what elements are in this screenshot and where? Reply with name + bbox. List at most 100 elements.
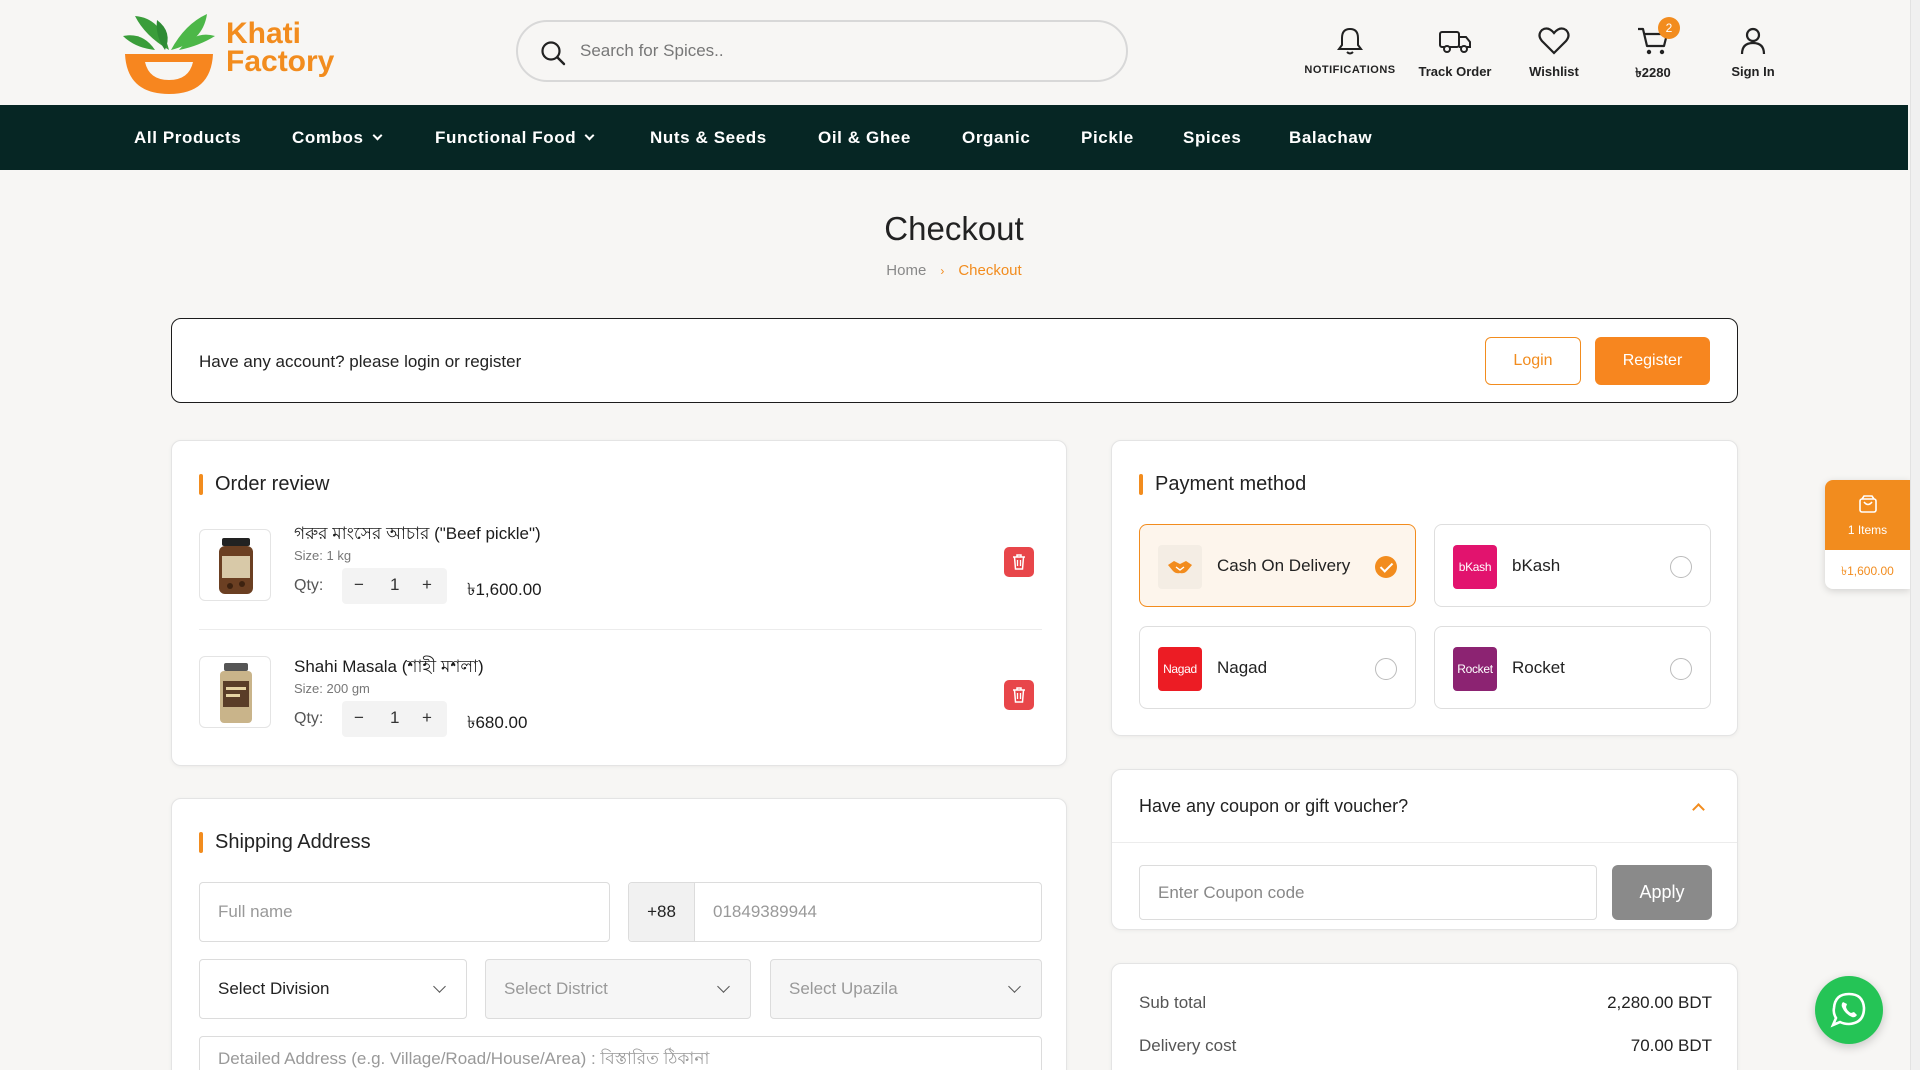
search-icon[interactable] <box>540 40 566 66</box>
division-select[interactable]: Select Division <box>199 959 467 1019</box>
track-order-label: Track Order <box>1418 64 1492 79</box>
payment-option-name: Nagad <box>1217 658 1268 677</box>
payment-method-card: Payment method Cash On Delivery bKash bK… <box>1111 440 1738 736</box>
cart-count-badge: 2 <box>1658 17 1680 39</box>
khati-factory-logo[interactable]: Khati Factory <box>115 6 345 98</box>
order-review-card: Order review গরুর মাংসের আচার ("Beef pic… <box>171 440 1067 766</box>
sign-in-label: Sign In <box>1731 64 1775 79</box>
increment-button[interactable]: + <box>422 708 432 728</box>
bkash-logo: bKash <box>1453 545 1497 589</box>
phone-field[interactable]: +88 01849389944 <box>628 882 1042 942</box>
coupon-code-input[interactable] <box>1139 865 1597 920</box>
login-button[interactable]: Login <box>1485 337 1581 385</box>
nav-item-organic[interactable]: Organic <box>962 105 1030 170</box>
delete-item-button[interactable] <box>1004 680 1034 710</box>
delivery-cost-row: Delivery cost 70.00 BDT <box>1139 1036 1712 1056</box>
notifications-label: NOTIFICATIONS <box>1304 64 1396 76</box>
wishlist-button[interactable]: Wishlist <box>1499 22 1609 79</box>
search-input[interactable] <box>580 36 1100 66</box>
payment-method-title: Payment method <box>1139 473 1306 496</box>
product-size: Size: 1 kg <box>294 548 352 563</box>
payment-option-nagad[interactable]: Nagad Nagad <box>1139 626 1416 709</box>
logo-line-1: Khati <box>226 17 301 50</box>
radio-selected-icon[interactable] <box>1375 556 1397 578</box>
detailed-address-field[interactable]: Detailed Address (e.g. Village/Road/Hous… <box>199 1036 1042 1070</box>
product-thumbnail[interactable] <box>199 529 271 601</box>
chevron-up-icon[interactable] <box>1692 803 1705 816</box>
subtotal-row: Sub total 2,280.00 BDT <box>1139 993 1712 1013</box>
rocket-logo: Rocket <box>1453 647 1497 691</box>
nav-item-functional-food[interactable]: Functional Food <box>435 105 595 170</box>
breadcrumb: Home › Checkout <box>0 262 1908 279</box>
district-select[interactable]: Select District <box>485 959 751 1019</box>
nav-item-all-products[interactable]: All Products <box>134 105 241 170</box>
cart-button[interactable]: 2 ৳2280 <box>1598 17 1708 85</box>
page-scrollbar[interactable] <box>1910 0 1920 1070</box>
radio-icon[interactable] <box>1670 556 1692 578</box>
division-select-label: Select Division <box>218 979 330 998</box>
product-name[interactable]: Shahi Masala (শাহী মশলা) <box>294 654 484 682</box>
notifications-button[interactable]: NOTIFICATIONS <box>1295 22 1405 76</box>
nagad-logo: Nagad <box>1158 647 1202 691</box>
qty-label: Qty: <box>294 577 324 594</box>
floating-cart-widget[interactable]: 1 Items ৳1,600.00 <box>1825 480 1910 589</box>
quantity-value[interactable]: 1 <box>390 575 399 595</box>
pickle-jar-image <box>219 538 253 594</box>
nav-label: Spices <box>1183 128 1242 147</box>
increment-button[interactable]: + <box>422 575 432 595</box>
whatsapp-chat-button[interactable] <box>1815 976 1883 1044</box>
sign-in-button[interactable]: Sign In <box>1698 22 1808 79</box>
nav-label: All Products <box>134 128 242 147</box>
payment-option-bkash[interactable]: bKash bKash <box>1434 524 1711 607</box>
quantity-value[interactable]: 1 <box>390 708 399 728</box>
truck-icon <box>1439 31 1471 53</box>
quantity-stepper: − 1 + <box>342 701 447 737</box>
phone-country-code: +88 <box>629 883 695 941</box>
nav-item-spices[interactable]: Spices <box>1183 105 1241 170</box>
shopping-bag-icon <box>1858 495 1877 513</box>
delete-item-button[interactable] <box>1004 547 1034 577</box>
shipping-address-title: Shipping Address <box>199 831 371 854</box>
decrement-button[interactable]: − <box>354 575 364 595</box>
nav-label: Functional Food <box>435 128 577 147</box>
radio-icon[interactable] <box>1670 658 1692 680</box>
order-item: Shahi Masala (শাহী মশলা) Size: 200 gm Qt… <box>199 629 1042 749</box>
payment-option-rocket[interactable]: Rocket Rocket <box>1434 626 1711 709</box>
floating-cart-items: 1 Items <box>1847 523 1888 537</box>
upazila-select-label: Select Upazila <box>789 979 898 998</box>
payment-option-cash-on-delivery[interactable]: Cash On Delivery <box>1139 524 1416 607</box>
nav-item-balachaw[interactable]: Balachaw <box>1289 105 1372 170</box>
nav-label: Nuts & Seeds <box>650 128 767 147</box>
coupon-card: Have any coupon or gift voucher? Apply <box>1111 769 1738 930</box>
chevron-down-icon <box>372 130 383 141</box>
item-price: ৳1,600.00 <box>467 580 542 599</box>
logo-bowl-icon <box>123 14 215 94</box>
nav-item-combos[interactable]: Combos <box>292 105 383 170</box>
breadcrumb-home[interactable]: Home <box>886 262 926 279</box>
item-price: ৳680.00 <box>467 713 528 732</box>
register-button[interactable]: Register <box>1595 337 1710 385</box>
bell-icon <box>1337 27 1363 55</box>
radio-icon[interactable] <box>1375 658 1397 680</box>
nav-item-nuts-seeds[interactable]: Nuts & Seeds <box>650 105 767 170</box>
product-thumbnail[interactable] <box>199 656 271 728</box>
nav-item-pickle[interactable]: Pickle <box>1081 105 1134 170</box>
trash-icon <box>1013 554 1025 570</box>
nav-label: Oil & Ghee <box>818 128 911 147</box>
apply-coupon-button[interactable]: Apply <box>1612 865 1712 920</box>
payment-option-name: bKash <box>1512 556 1561 575</box>
main-nav: All Products Combos Functional Food Nuts… <box>0 105 1908 170</box>
full-name-field[interactable]: Full name <box>199 882 610 942</box>
shipping-address-card: Shipping Address Full name +88 018493899… <box>171 798 1067 1070</box>
product-name[interactable]: গরুর মাংসের আচার ("Beef pickle") <box>294 521 541 549</box>
logo-line-2: Factory <box>226 45 335 78</box>
order-summary-card: Sub total 2,280.00 BDT Delivery cost 70.… <box>1111 963 1738 1070</box>
chevron-down-icon <box>717 980 730 993</box>
decrement-button[interactable]: − <box>354 708 364 728</box>
upazila-select[interactable]: Select Upazila <box>770 959 1042 1019</box>
chevron-down-icon <box>433 980 446 993</box>
nav-item-oil-ghee[interactable]: Oil & Ghee <box>818 105 911 170</box>
chevron-down-icon <box>584 130 595 141</box>
track-order-button[interactable]: Track Order <box>1400 22 1510 79</box>
coupon-accordion-header[interactable]: Have any coupon or gift voucher? <box>1112 770 1737 843</box>
